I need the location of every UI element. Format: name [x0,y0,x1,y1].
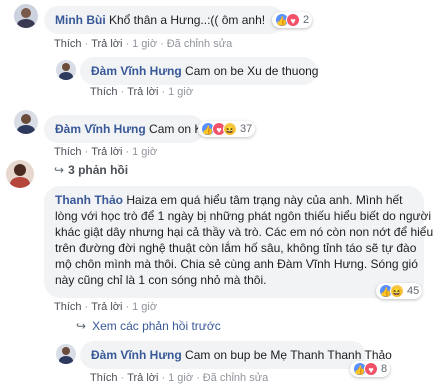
reply-button[interactable]: Trả lời [127,86,158,98]
commenter-name[interactable]: Đàm Vĩnh Hưng [91,64,182,78]
comment-bubble: Thanh Thảo Haiza em quá hiểu tâm trạng n… [44,186,434,298]
reaction-summary[interactable]: 👍 ♥ 8 [350,361,391,377]
commenter-name[interactable]: Đàm Vĩnh Hưng [55,122,146,136]
avatar[interactable] [14,110,38,134]
comment-text-line: Haiza em quá hiểu tâm trạng này của anh.… [126,193,403,207]
commenter-name[interactable]: Thanh Thảo [55,193,123,207]
reply-button[interactable]: Trả lời [91,146,122,158]
timestamp[interactable]: 1 giờ [168,86,193,98]
reaction-count: 37 [240,123,253,135]
comment-text-line: khác giật dây nhưng hại cả thầy và trò. … [55,225,434,239]
like-button[interactable]: Thích [90,372,118,384]
love-icon: ♥ [364,362,378,376]
comment-actions: Thích · Trả lời · 1 giờ [54,146,158,158]
edited-label: Đã chỉnh sửa [166,38,233,50]
reaction-count: 2 [303,14,310,26]
reply-button[interactable]: Trả lời [127,372,158,384]
comment-text: Cam on be Xu de thuong [185,64,319,78]
like-button[interactable]: Thích [54,146,82,158]
comment-text-line: lòng với học trò để 1 ngày bị những phát… [55,209,432,223]
reaction-summary[interactable]: 👍 ♥ 2 [272,12,313,28]
reply-arrow-icon: ↪ [76,319,87,333]
comment-text: Cam on bup be Mẹ Thanh Thanh Thảo [185,348,392,362]
reply-button[interactable]: Trả lời [91,301,122,313]
reaction-summary[interactable]: 👍 😆 45 [376,283,423,299]
like-button[interactable]: Thích [54,301,82,313]
like-button[interactable]: Thích [54,38,82,50]
haha-icon: 😆 [390,284,404,298]
reply-button[interactable]: Trả lời [91,38,122,50]
avatar[interactable] [14,4,38,28]
comment-actions: Thích · Trả lời · 1 giờ · Đã chỉnh sửa [54,38,233,50]
comment-text-line: trên đường đời nghệ thuật còn lắm hố sâu… [55,241,417,255]
avatar[interactable] [56,60,76,80]
timestamp[interactable]: 1 giờ [132,38,157,50]
timestamp[interactable]: 1 giờ [132,146,157,158]
reply-arrow-icon: ↪ [54,163,65,177]
commenter-name[interactable]: Minh Bùi [55,13,106,27]
haha-icon: 😆 [223,122,237,136]
view-replies-link[interactable]: ↪ 3 phản hồi [54,163,128,177]
comment-text-line: này cũng chỉ là 1 con sóng nhỏ mà thôi. [55,273,267,287]
comment-text: Cam on K [149,122,203,136]
comment-bubble: Đàm Vĩnh Hưng Cam on bup be Mẹ Thanh Tha… [80,341,392,369]
avatar[interactable] [56,344,76,364]
reaction-count: 8 [381,363,388,375]
comment-text-line: mộ chôn mình mà thôi. Chia sẻ cùng anh Đ… [55,257,418,271]
timestamp[interactable]: 1 giờ [132,301,157,313]
comment-bubble: Minh Bùi Khổ thân a Hưng..:(( ôm anh! [44,6,284,34]
comment-actions: Thích · Trả lời · 1 giờ · Đã chỉnh sửa [90,372,269,384]
reaction-count: 45 [407,285,420,297]
comment-actions: Thích · Trả lời · 1 giờ [54,301,158,313]
comment-bubble: Đàm Vĩnh Hưng Cam on K [44,115,204,143]
reaction-summary[interactable]: 👍 ♥ 😆 37 [198,121,256,137]
edited-label: Đã chỉnh sửa [202,372,269,384]
comment-actions: Thích · Trả lời · 1 giờ [90,86,194,98]
commenter-name[interactable]: Đàm Vĩnh Hưng [91,348,182,362]
timestamp[interactable]: 1 giờ [168,372,193,384]
love-icon: ♥ [286,13,300,27]
view-previous-replies-link[interactable]: ↪ Xem các phản hồi trước [76,319,221,333]
like-button[interactable]: Thích [90,86,118,98]
comment-text: Khổ thân a Hưng..:(( ôm anh! [109,13,266,27]
comment-bubble: Đàm Vĩnh Hưng Cam on be Xu de thuong [80,57,319,85]
avatar[interactable] [6,160,34,188]
